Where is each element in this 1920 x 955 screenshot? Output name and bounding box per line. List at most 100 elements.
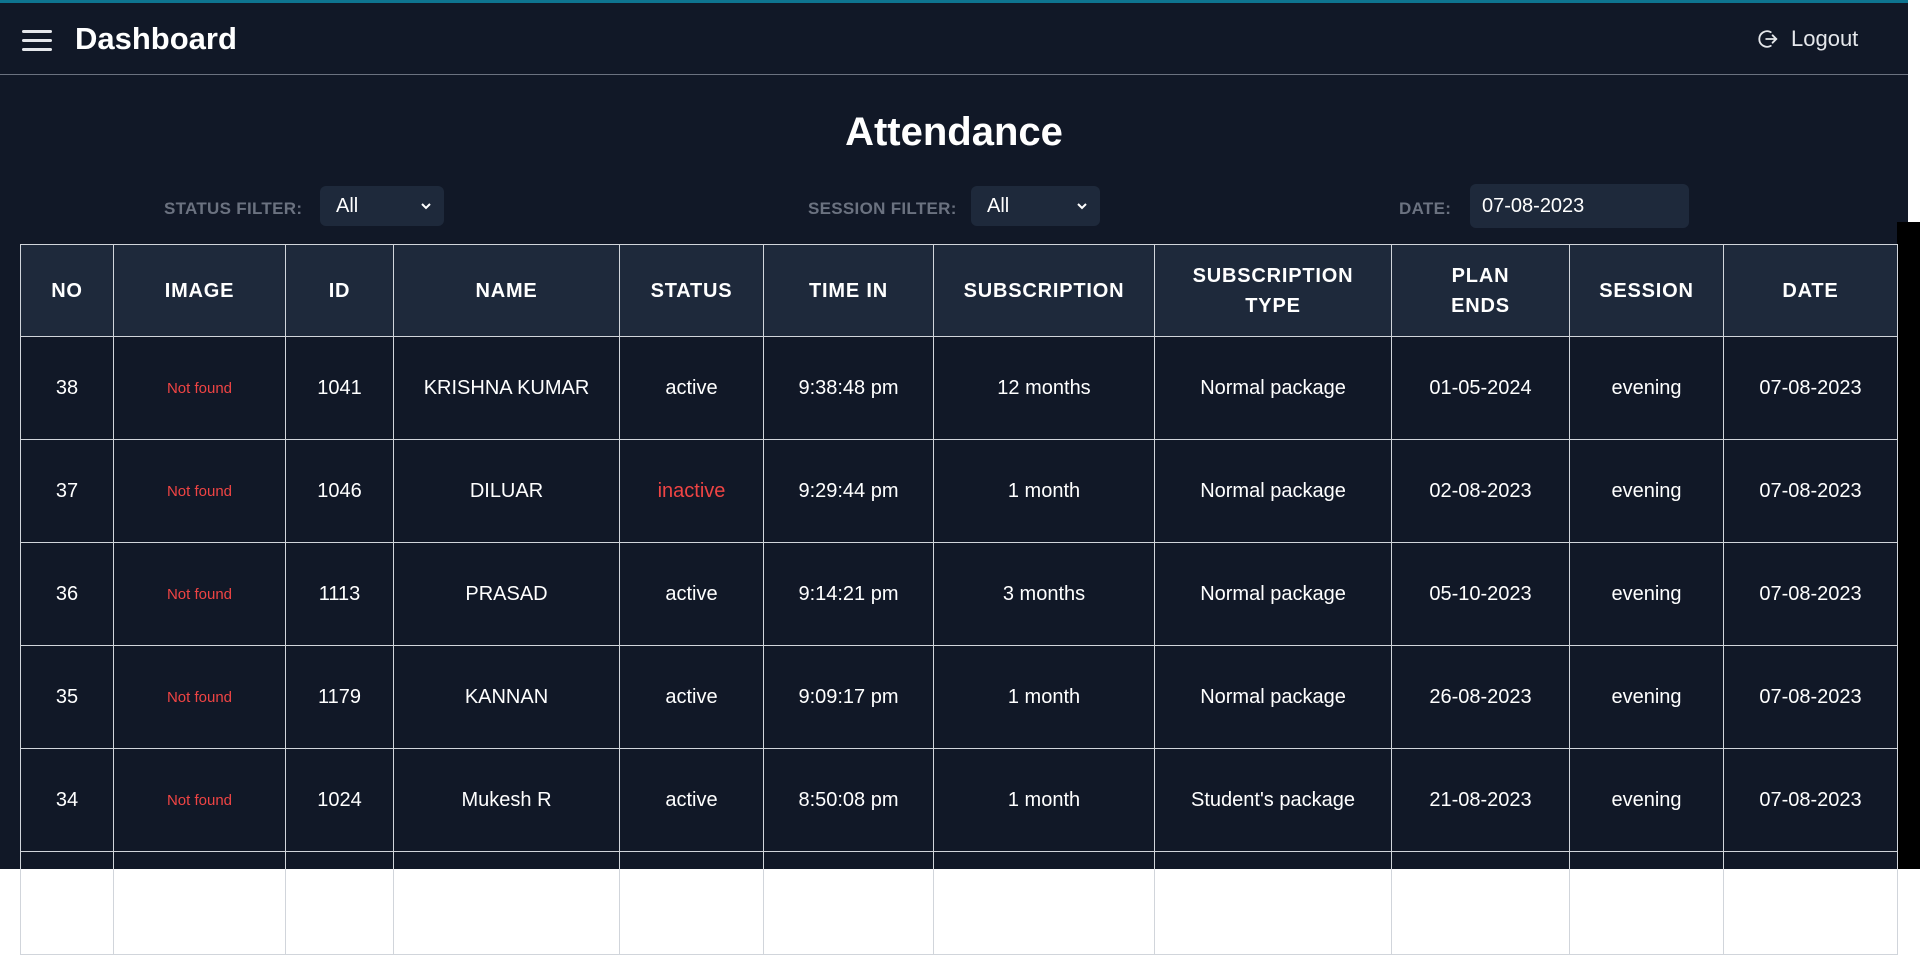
cell-status: active	[619, 542, 764, 646]
cell-time-in: 8:50:08 pm	[763, 748, 934, 852]
status-filter-label: STATUS FILTER:	[164, 199, 303, 218]
cell-session	[1569, 851, 1724, 955]
cell-status: active	[619, 336, 764, 440]
cell-image: Not found	[113, 748, 286, 852]
cell-session: evening	[1569, 748, 1724, 852]
cell-date: 07-08-2023	[1723, 645, 1898, 749]
cell-image: Not found	[113, 336, 286, 440]
attendance-table-container: NO IMAGE ID NAME STATUS TIME IN SUBSCRIP…	[20, 244, 1898, 955]
column-header: SUBSCRIPTION TYPE	[1154, 244, 1392, 337]
cell-date	[1723, 851, 1898, 955]
cell-plan-ends: 01-05-2024	[1391, 336, 1570, 440]
cell-name	[393, 851, 620, 955]
column-header: NAME	[393, 244, 620, 337]
cell-no: 36	[20, 542, 114, 646]
cell-no: 38	[20, 336, 114, 440]
cell-subscription-type: Normal package	[1154, 336, 1392, 440]
cell-date: 07-08-2023	[1723, 336, 1898, 440]
cell-subscription-type: Normal package	[1154, 542, 1392, 646]
cell-session: evening	[1569, 439, 1724, 543]
column-header: DATE	[1723, 244, 1898, 337]
cell-no	[20, 851, 114, 955]
filters-bar: STATUS FILTER: All SESSION FILTER: All D…	[0, 157, 1908, 237]
cell-subscription-type: Normal package	[1154, 645, 1392, 749]
status-inactive-text: inactive	[657, 479, 726, 502]
cell-status: active	[619, 645, 764, 749]
column-header: STATUS	[619, 244, 764, 337]
cell-date: 07-08-2023	[1723, 439, 1898, 543]
column-header: ID	[285, 244, 394, 337]
cell-id: 1046	[285, 439, 394, 543]
date-filter-label: DATE:	[1399, 199, 1452, 218]
cell-no: 35	[20, 645, 114, 749]
cell-image: Not found	[113, 542, 286, 646]
cell-session: evening	[1569, 645, 1724, 749]
cell-plan-ends	[1391, 851, 1570, 955]
table-row: 36 Not found 1113 PRASAD active 9:14:21 …	[20, 542, 1898, 646]
cell-session: evening	[1569, 336, 1724, 440]
cell-subscription: 1 month	[933, 439, 1155, 543]
status-filter-value: All	[336, 194, 359, 217]
cell-subscription: 1 month	[933, 645, 1155, 749]
cell-time-in: 9:09:17 pm	[763, 645, 934, 749]
session-filter-select[interactable]: All	[971, 186, 1100, 226]
cell-id: 1113	[285, 542, 394, 646]
cell-name: DILUAR	[393, 439, 620, 543]
cell-subscription-type: Student's package	[1154, 748, 1392, 852]
cell-id: 1179	[285, 645, 394, 749]
app-title: Dashboard	[75, 21, 237, 56]
cell-no: 37	[20, 439, 114, 543]
cell-id: 1041	[285, 336, 394, 440]
hamburger-menu-icon[interactable]	[22, 30, 52, 52]
column-header: TIME IN	[763, 244, 934, 337]
logout-button[interactable]: Logout	[1757, 26, 1858, 52]
column-header: PLAN ENDS	[1391, 244, 1570, 337]
top-navbar: Dashboard Logout	[0, 3, 1908, 75]
cell-name: PRASAD	[393, 542, 620, 646]
cell-subscription-type	[1154, 851, 1392, 955]
cell-subscription-type: Normal package	[1154, 439, 1392, 543]
cell-image	[113, 851, 286, 955]
cell-plan-ends: 21-08-2023	[1391, 748, 1570, 852]
cell-time-in: 9:14:21 pm	[763, 542, 934, 646]
table-row: 38 Not found 1041 KRISHNA KUMAR active 9…	[20, 336, 1898, 440]
status-filter-select[interactable]: All	[320, 186, 444, 226]
cell-date: 07-08-2023	[1723, 542, 1898, 646]
cell-no: 34	[20, 748, 114, 852]
cell-plan-ends: 05-10-2023	[1391, 542, 1570, 646]
cell-time-in: 9:38:48 pm	[763, 336, 934, 440]
cell-plan-ends: 26-08-2023	[1391, 645, 1570, 749]
cell-name: Mukesh R	[393, 748, 620, 852]
table-row: 37 Not found 1046 DILUAR inactive 9:29:4…	[20, 439, 1898, 543]
cell-subscription: 3 months	[933, 542, 1155, 646]
cell-status: active	[619, 748, 764, 852]
table-row	[20, 851, 1898, 955]
logout-label: Logout	[1791, 26, 1859, 51]
attendance-table: NO IMAGE ID NAME STATUS TIME IN SUBSCRIP…	[20, 244, 1898, 955]
page-title: Attendance	[845, 110, 1063, 154]
cell-date: 07-08-2023	[1723, 748, 1898, 852]
column-header: SUBSCRIPTION	[933, 244, 1155, 337]
chevron-down-icon	[1077, 203, 1087, 210]
session-filter-value: All	[987, 194, 1010, 217]
column-header: NO	[20, 244, 114, 337]
cell-status: inactive	[619, 439, 764, 543]
table-header-row: NO IMAGE ID NAME STATUS TIME IN SUBSCRIP…	[20, 244, 1898, 337]
screen-edge	[1907, 607, 1920, 869]
session-filter-label: SESSION FILTER:	[808, 199, 957, 218]
cell-status	[619, 851, 764, 955]
column-header: SESSION	[1569, 244, 1724, 337]
chevron-down-icon	[421, 203, 431, 210]
cell-subscription: 12 months	[933, 336, 1155, 440]
cell-plan-ends: 02-08-2023	[1391, 439, 1570, 543]
logout-icon	[1758, 30, 1778, 48]
cell-time-in	[763, 851, 934, 955]
column-header: IMAGE	[113, 244, 286, 337]
table-row: 35 Not found 1179 KANNAN active 9:09:17 …	[20, 645, 1898, 749]
cell-session: evening	[1569, 542, 1724, 646]
date-input[interactable]	[1470, 184, 1689, 228]
table-row: 34 Not found 1024 Mukesh R active 8:50:0…	[20, 748, 1898, 852]
cell-id	[285, 851, 394, 955]
cell-image: Not found	[113, 645, 286, 749]
cell-name: KRISHNA KUMAR	[393, 336, 620, 440]
